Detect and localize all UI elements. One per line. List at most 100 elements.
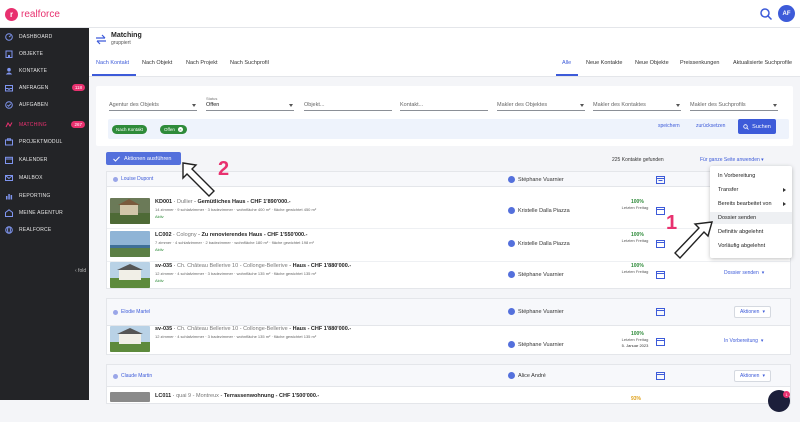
property-location: Ch. Château Bellerive 10 - Collonge-Bell… <box>177 326 288 332</box>
tab-nach-kontakt[interactable]: Nach Kontakt <box>96 60 129 66</box>
calendar-icon[interactable] <box>656 307 665 316</box>
tasks-icon <box>5 101 13 109</box>
group-header[interactable]: Claude Martin Alice André Aktionen ▾ <box>107 365 790 387</box>
tab-nach-projekt[interactable]: Nach Projekt <box>186 60 218 66</box>
property-photo[interactable] <box>110 231 150 257</box>
sidebar: Dashboard Objekte Kontakte Anfragen 118 … <box>0 28 89 400</box>
menu-item-vorlaeufig-abgelehnt[interactable]: Vorläufig abgelehnt <box>710 240 792 252</box>
in-vorbereitung-button[interactable]: In Vorbereitung ▾ <box>724 338 763 344</box>
tab-preissenkungen[interactable]: Preissenkungen <box>680 60 719 66</box>
status-select[interactable]: Status Offen <box>206 96 294 111</box>
property-title: LC002 · Cologny - Zu renovierendes Haus … <box>155 232 308 238</box>
search-icon[interactable] <box>759 7 773 21</box>
search-button[interactable]: Suchen <box>738 119 776 134</box>
page-title: Matching <box>111 32 142 39</box>
calendar-icon[interactable] <box>656 175 665 184</box>
menu-item-label: In Vorbereitung <box>718 173 756 179</box>
property-title: sv-035 · Ch. Château Bellerive 10 - Coll… <box>155 326 352 332</box>
sidebar-item-matching[interactable]: Matching 267 <box>0 116 89 134</box>
contact-avatar <box>113 309 118 315</box>
kontakt-input[interactable]: Kontakt... <box>400 96 488 111</box>
agent-name: Kristelle Dalla Piazza <box>518 240 570 247</box>
sidebar-item-anfragen[interactable]: Anfragen 118 <box>0 79 89 97</box>
save-filter-link[interactable]: speichern <box>658 123 680 129</box>
dossier-senden-button[interactable]: Dossier senden ▾ <box>724 270 764 276</box>
property-photo[interactable] <box>110 392 150 402</box>
property-title-text: Zu renovierendes Haus - CHF 1'550'000.- <box>201 232 308 238</box>
objekt-input[interactable]: Objekt... <box>304 96 392 111</box>
apply-all-dropdown[interactable]: Für ganze Seite anwenden ▾ <box>700 157 764 163</box>
calendar-icon[interactable] <box>656 371 665 380</box>
group-header[interactable]: Elodie Martel Stéphane Vuarnier Aktionen… <box>107 299 790 326</box>
sidebar-item-label: Kontakte <box>19 68 48 74</box>
sidebar-collapse-button[interactable]: ‹ fold <box>75 268 86 274</box>
sidebar-item-dashboard[interactable]: Dashboard <box>0 28 89 46</box>
reset-filter-link[interactable]: zurücksetzen <box>696 123 725 129</box>
sidebar-item-meine-agentur[interactable]: Meine Agentur <box>0 204 89 222</box>
calendar-icon[interactable] <box>656 270 665 279</box>
calendar-icon[interactable] <box>656 337 665 346</box>
makler-objekt-select[interactable]: Makler des Objektes <box>497 96 585 111</box>
logo[interactable]: r realforce <box>5 8 60 21</box>
sidebar-item-realforce[interactable]: Realforce <box>0 221 89 239</box>
tab-nach-suchprofil[interactable]: Nach Suchprofil <box>230 60 269 66</box>
sidebar-item-kalender[interactable]: Kalender <box>0 151 89 169</box>
property-ref: LC011 <box>155 393 172 399</box>
property-photo[interactable] <box>110 262 150 288</box>
table-row[interactable]: LC011 · quai 9 - Montreux - Terrassenwoh… <box>107 389 790 422</box>
filter-chip-offen[interactable]: Offen × <box>160 125 187 134</box>
group-actions-button[interactable]: Aktionen ▾ <box>734 370 771 382</box>
contact-name-text: Louise Dupont <box>121 176 154 182</box>
agentur-objekt-select[interactable]: Agentur des Objekts <box>109 96 197 111</box>
menu-item-definitiv-abgelehnt[interactable]: Definitiv abgelehnt <box>710 226 792 238</box>
group-actions-button[interactable]: Aktionen ▾ <box>734 306 771 318</box>
calendar-icon[interactable] <box>656 239 665 248</box>
property-photo[interactable] <box>110 326 150 352</box>
tab-aktualisierte-suchprofile[interactable]: Aktualisierte Suchprofile <box>733 60 792 66</box>
contact-avatar <box>113 373 118 379</box>
menu-item-bereits-bearbeitet[interactable]: Bereits bearbeitet von <box>710 198 792 210</box>
property-status: Aktiv <box>155 278 164 283</box>
inbox-icon <box>5 85 13 92</box>
sidebar-item-aufgaben[interactable]: Aufgaben <box>0 96 89 114</box>
user-avatar[interactable]: AF <box>778 5 795 22</box>
kontakt-placeholder: Kontakt... <box>400 102 424 108</box>
calendar-icon[interactable] <box>656 206 665 215</box>
group-agent: Alice André <box>508 372 546 379</box>
close-icon[interactable]: × <box>177 127 183 132</box>
run-actions-button[interactable]: Aktionen ausführen <box>106 152 181 165</box>
row-agent: Kristelle Dalla Piazza <box>508 240 570 247</box>
status-value: Offen <box>206 102 220 108</box>
annotation-arrow-icon <box>182 162 215 197</box>
sidebar-item-label: Projektmodul <box>19 139 63 145</box>
row-action-label: Dossier senden <box>724 270 759 276</box>
row-agent: Stéphane Vuarnier <box>508 341 564 348</box>
sidebar-item-reporting[interactable]: Reporting <box>0 187 89 205</box>
sidebar-item-label: Meine Agentur <box>19 210 63 216</box>
makler-suchprofil-select[interactable]: Makler des Suchprofils <box>690 96 778 111</box>
property-photo[interactable] <box>110 198 150 224</box>
makler-kontakt-select[interactable]: Makler des Kontaktes <box>593 96 681 111</box>
contact-group: Elodie Martel Stéphane Vuarnier Aktionen… <box>106 298 791 355</box>
agent-avatar <box>508 341 515 348</box>
menu-item-in-vorbereitung[interactable]: In Vorbereitung <box>710 170 792 182</box>
property-location: Ch. Château Bellerive 10 - Collonge-Bell… <box>177 263 288 269</box>
filter-chip-nach-kontakt[interactable]: Nach Kontakt <box>112 125 148 134</box>
tab-neue-objekte[interactable]: Neue Objekte <box>635 60 669 66</box>
tab-alle[interactable]: Alle <box>562 60 571 66</box>
sidebar-item-mailbox[interactable]: Mailbox <box>0 169 89 187</box>
table-row[interactable]: sv-035 · Ch. Château Bellerive 10 - Coll… <box>107 325 790 358</box>
sidebar-item-kontakte[interactable]: Kontakte <box>0 62 89 80</box>
tab-neue-kontakte[interactable]: Neue Kontakte <box>586 60 622 66</box>
tab-nach-objekt[interactable]: Nach Objekt <box>142 60 172 66</box>
sidebar-item-projektmodul[interactable]: Projektmodul <box>0 133 89 151</box>
swap-arrows-icon[interactable] <box>95 33 107 45</box>
sidebar-item-objekte[interactable]: Objekte <box>0 45 89 63</box>
contact-name[interactable]: Elodie Martel <box>113 309 150 315</box>
mail-icon <box>5 175 13 181</box>
menu-item-transfer[interactable]: Transfer <box>710 184 792 196</box>
property-ref: LC002 <box>155 232 172 238</box>
menu-item-dossier-senden[interactable]: Dossier senden <box>710 212 792 224</box>
contact-name[interactable]: Louise Dupont <box>113 176 153 182</box>
contact-name[interactable]: Claude Martin <box>113 373 152 379</box>
